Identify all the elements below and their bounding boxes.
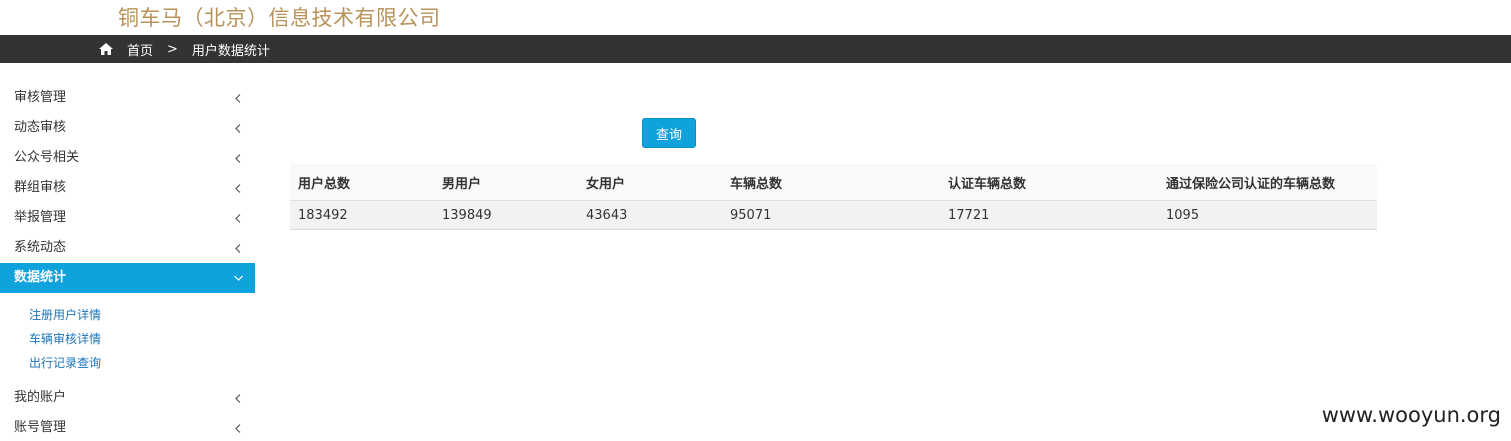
sidebar-item-label: 公众号相关 [14, 150, 80, 165]
company-title: 铜车马（北京）信息技术有限公司 [118, 6, 441, 30]
cell-insurer-certified-vehicles: 1095 [1158, 200, 1377, 230]
query-button[interactable]: 查询 [642, 118, 696, 148]
sidebar-item-data-statistics[interactable]: 数据统计 [0, 263, 255, 293]
column-header-total-users: 用户总数 [290, 164, 434, 201]
table-header-row: 用户总数 男用户 女用户 车辆总数 认证车辆总数 通过保险公司认证的车辆总数 [290, 164, 1377, 201]
sidebar-item-label: 群组审核 [14, 180, 67, 195]
chevron-left-icon [233, 413, 243, 441]
breadcrumb-separator: > [167, 41, 178, 57]
chevron-left-icon [233, 83, 243, 113]
cell-female-users: 43643 [578, 200, 722, 230]
table-row: 183492 139849 43643 95071 17721 1095 [290, 200, 1377, 230]
breadcrumb-home-link[interactable]: 首页 [127, 40, 153, 59]
sidebar-item-account-management[interactable]: 账号管理 [0, 413, 255, 441]
chevron-left-icon [233, 173, 243, 203]
submenu-item-vehicle-audit-details[interactable]: 车辆审核详情 [0, 327, 255, 351]
cell-total-vehicles: 95071 [722, 200, 940, 230]
cell-total-users: 183492 [290, 200, 434, 230]
user-stats-table: 用户总数 男用户 女用户 车辆总数 认证车辆总数 通过保险公司认证的车辆总数 1… [290, 164, 1377, 230]
column-header-total-vehicles: 车辆总数 [722, 164, 940, 201]
chevron-left-icon [233, 113, 243, 143]
chevron-left-icon [233, 233, 243, 263]
column-header-certified-vehicles: 认证车辆总数 [940, 164, 1158, 201]
column-header-female-users: 女用户 [578, 164, 722, 201]
sidebar-item-label: 审核管理 [14, 90, 67, 105]
sidebar-submenu-data-statistics: 注册用户详情 车辆审核详情 出行记录查询 [0, 293, 255, 383]
breadcrumb-current: 用户数据统计 [191, 43, 270, 59]
sidebar-item-label: 我的账户 [14, 390, 67, 405]
column-header-insurer-certified-vehicles: 通过保险公司认证的车辆总数 [1158, 164, 1377, 201]
home-icon[interactable] [99, 43, 113, 55]
watermark: www.wooyun.org [1321, 403, 1501, 427]
sidebar-item-group-audit[interactable]: 群组审核 [0, 173, 255, 203]
top-nav-bar: 首页 > 用户数据统计 [0, 35, 1511, 63]
sidebar-item-report-management[interactable]: 举报管理 [0, 203, 255, 233]
sidebar-item-label: 账号管理 [14, 420, 67, 435]
column-header-male-users: 男用户 [434, 164, 578, 201]
cell-certified-vehicles: 17721 [940, 200, 1158, 230]
sidebar-item-label: 举报管理 [14, 210, 67, 225]
sidebar-item-dynamic-audit[interactable]: 动态审核 [0, 113, 255, 143]
breadcrumb: 首页 > 用户数据统计 [99, 35, 270, 63]
sidebar-item-audit-management[interactable]: 审核管理 [0, 83, 255, 113]
sidebar: 审核管理 动态审核 公众号相关 群组审核 举报管理 系统动态 数据统计 注册用户… [0, 83, 255, 441]
cell-male-users: 139849 [434, 200, 578, 230]
submenu-item-trip-record-query[interactable]: 出行记录查询 [0, 351, 255, 375]
sidebar-item-system-dynamics[interactable]: 系统动态 [0, 233, 255, 263]
sidebar-item-label: 动态审核 [14, 120, 67, 135]
submenu-item-registered-user-details[interactable]: 注册用户详情 [0, 303, 255, 327]
sidebar-item-my-account[interactable]: 我的账户 [0, 383, 255, 413]
sidebar-item-label: 系统动态 [14, 240, 67, 255]
sidebar-item-official-account[interactable]: 公众号相关 [0, 143, 255, 173]
chevron-down-icon [233, 263, 243, 293]
chevron-left-icon [233, 383, 243, 413]
chevron-left-icon [233, 143, 243, 173]
sidebar-item-label: 数据统计 [14, 270, 67, 285]
chevron-left-icon [233, 203, 243, 233]
